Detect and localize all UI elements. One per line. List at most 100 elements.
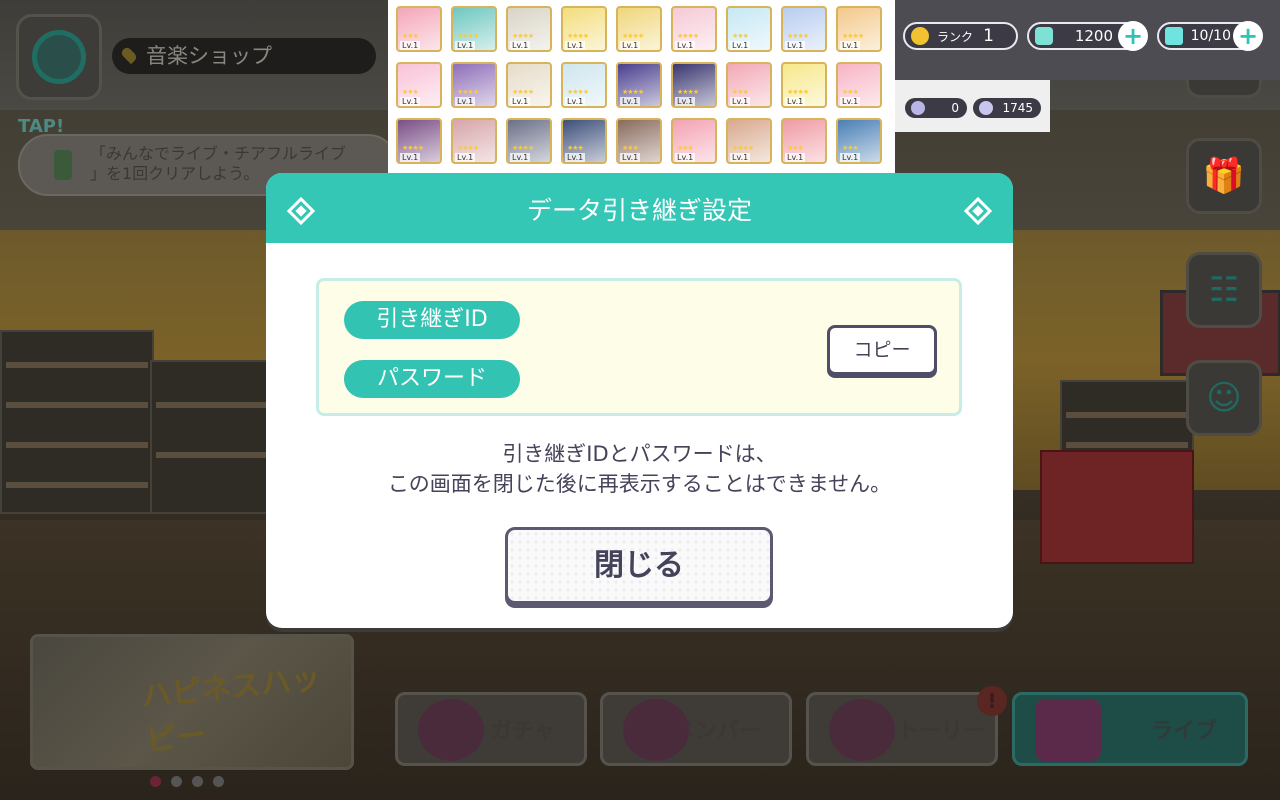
nav-gacha-label: ガチャ [490,719,556,744]
location-name: 音楽ショップ [146,44,272,68]
card-thumbnail: ★★★ Lv.1 [726,62,772,108]
card-level: Lv.1 [455,97,476,106]
card-thumbnail: ★★★★ Lv.1 [451,6,497,52]
password-label: パスワード [344,360,520,398]
card-level: Lv.1 [785,41,806,50]
location-pin-icon [119,45,139,65]
card-level: Lv.1 [400,153,421,162]
nav-gacha-button[interactable]: ガチャ [395,692,587,766]
crystal-icon [1035,27,1053,45]
card-rarity-stars: ★★★ [842,144,859,152]
card-rarity-stars: ★★★★ [457,32,479,40]
rank-label: ランク [937,29,974,44]
card-level: Lv.1 [565,97,586,106]
card-level: Lv.1 [785,97,806,106]
card-rarity-stars: ★★★★ [512,144,534,152]
card-thumbnail: ★★★★ Lv.1 [506,118,552,164]
card-level: Lv.1 [840,153,861,162]
location-label: 音楽ショップ [112,38,376,74]
banner-dot[interactable] [150,776,161,787]
card-rarity-stars: ★★★ [622,144,639,152]
card-rarity-stars: ★★★★ [402,144,424,152]
player-status-bar: ランク 1 1200 + 10/10 + 0 1745 [895,0,1280,132]
buy-crystal-button[interactable]: + [1118,21,1148,51]
card-thumbnail: ★★★★ Lv.1 [506,6,552,52]
card-level: Lv.1 [730,41,751,50]
cd-shelf-center [150,360,274,514]
member-icon [623,699,689,761]
banner-dot[interactable] [171,776,182,787]
transfer-info-panel: 引き継ぎID パスワード コピー [316,278,962,416]
gift-icon: 🎁 [1202,156,1246,196]
gem-currency: 1745 [973,98,1041,118]
diamond-ornament-icon [286,196,316,226]
close-button-label: 閉じる [594,548,684,583]
event-banner[interactable]: ハピネスハッピー [30,634,354,770]
card-level: Lv.1 [455,41,476,50]
card-thumbnail: ★★★★ Lv.1 [781,62,827,108]
card-level: Lv.1 [510,97,531,106]
world-map-button[interactable] [16,14,102,100]
recover-stamina-button[interactable]: + [1233,21,1263,51]
notice-line1: 引き継ぎIDとパスワードは、 [502,442,777,466]
beginner-leaf-icon [54,150,72,180]
card-level: Lv.1 [675,41,696,50]
card-level: Lv.1 [620,41,641,50]
music-note-icon [1035,699,1101,761]
card-rarity-stars: ★★★ [732,32,749,40]
transfer-id-label: 引き継ぎID [344,301,520,339]
card-rarity-stars: ★★★ [677,144,694,152]
card-level: Lv.1 [675,153,696,162]
card-thumbnail: ★★★ Lv.1 [561,118,607,164]
card-rarity-stars: ★★★★ [787,32,809,40]
card-rarity-stars: ★★★★ [512,88,534,96]
card-rarity-stars: ★★★ [787,144,804,152]
card-thumbnail: ★★★★ Lv.1 [671,6,717,52]
card-rarity-stars: ★★★★ [732,144,754,152]
card-thumbnail: ★★★ Lv.1 [836,62,882,108]
rank-display: ランク 1 [903,22,1018,50]
data-transfer-dialog: データ引き継ぎ設定 引き継ぎID パスワード コピー 引き継ぎIDとパスワードは… [266,173,1013,628]
card-rarity-stars: ★★★★ [787,88,809,96]
card-thumbnail: ★★★★ Lv.1 [671,62,717,108]
card-thumbnail: ★★★★ Lv.1 [396,118,442,164]
nav-member-button[interactable]: メンバー [600,692,792,766]
card-level: Lv.1 [730,153,751,162]
card-thumbnail: ★★★★ Lv.1 [836,6,882,52]
red-counter [1040,450,1194,564]
stamina-icon [1165,27,1183,45]
friends-icon: ☺ [1206,378,1242,418]
copy-button[interactable]: コピー [827,325,937,375]
card-level: Lv.1 [785,153,806,162]
card-thumbnail: ★★★ Lv.1 [396,62,442,108]
notice-line2: この画面を閉じた後に再表示することはできません。 [387,472,892,496]
rank-value: 1 [983,26,994,46]
globe-icon [32,30,86,84]
music-note-icon [911,101,925,115]
story-book-icon [829,699,895,761]
nav-live-button[interactable]: ライブ [1012,692,1248,766]
card-level: Lv.1 [400,97,421,106]
card-rarity-stars: ★★★ [842,88,859,96]
diamond-ornament-icon [963,196,993,226]
card-rarity-stars: ★★★ [402,88,419,96]
friends-button[interactable]: ☺ [1186,360,1262,436]
card-thumbnail: ★★★ Lv.1 [836,118,882,164]
card-level: Lv.1 [620,97,641,106]
cd-shelf-left [0,330,154,514]
card-level: Lv.1 [510,41,531,50]
nav-story-button[interactable]: ストーリー [806,692,998,766]
card-rarity-stars: ★★★★ [457,144,479,152]
card-rarity-stars: ★★★★ [567,32,589,40]
gem-count: 1745 [1002,101,1033,115]
card-level: Lv.1 [840,41,861,50]
card-thumbnail: ★★★★ Lv.1 [781,6,827,52]
card-thumbnail: ★★★★ Lv.1 [506,62,552,108]
banner-dot[interactable] [192,776,203,787]
card-level: Lv.1 [840,97,861,106]
mission-button[interactable]: ☷ [1186,252,1262,328]
banner-dot[interactable] [213,776,224,787]
card-thumbnail: ★★★★ Lv.1 [616,62,662,108]
close-button[interactable]: 閉じる [505,527,773,604]
present-box-button[interactable]: 🎁 [1186,138,1262,214]
